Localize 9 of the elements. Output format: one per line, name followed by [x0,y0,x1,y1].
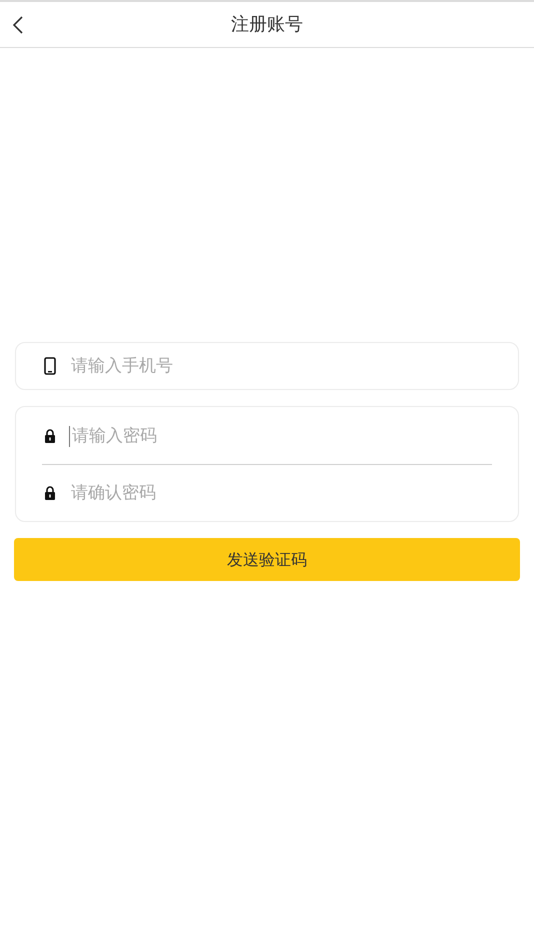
send-code-button[interactable]: 发送验证码 [14,538,520,581]
password-field[interactable]: 请确认密码 [69,478,498,508]
phone-field[interactable]: 请输入手机号 [15,342,519,390]
lock-icon [44,428,56,442]
page-title: 注册账号 [231,13,303,37]
phone-input[interactable]: 请输入手机号 [69,351,498,381]
password-field[interactable]: 请输入密码 [69,420,498,450]
lock-icon [44,486,56,500]
phone-icon [44,357,56,375]
